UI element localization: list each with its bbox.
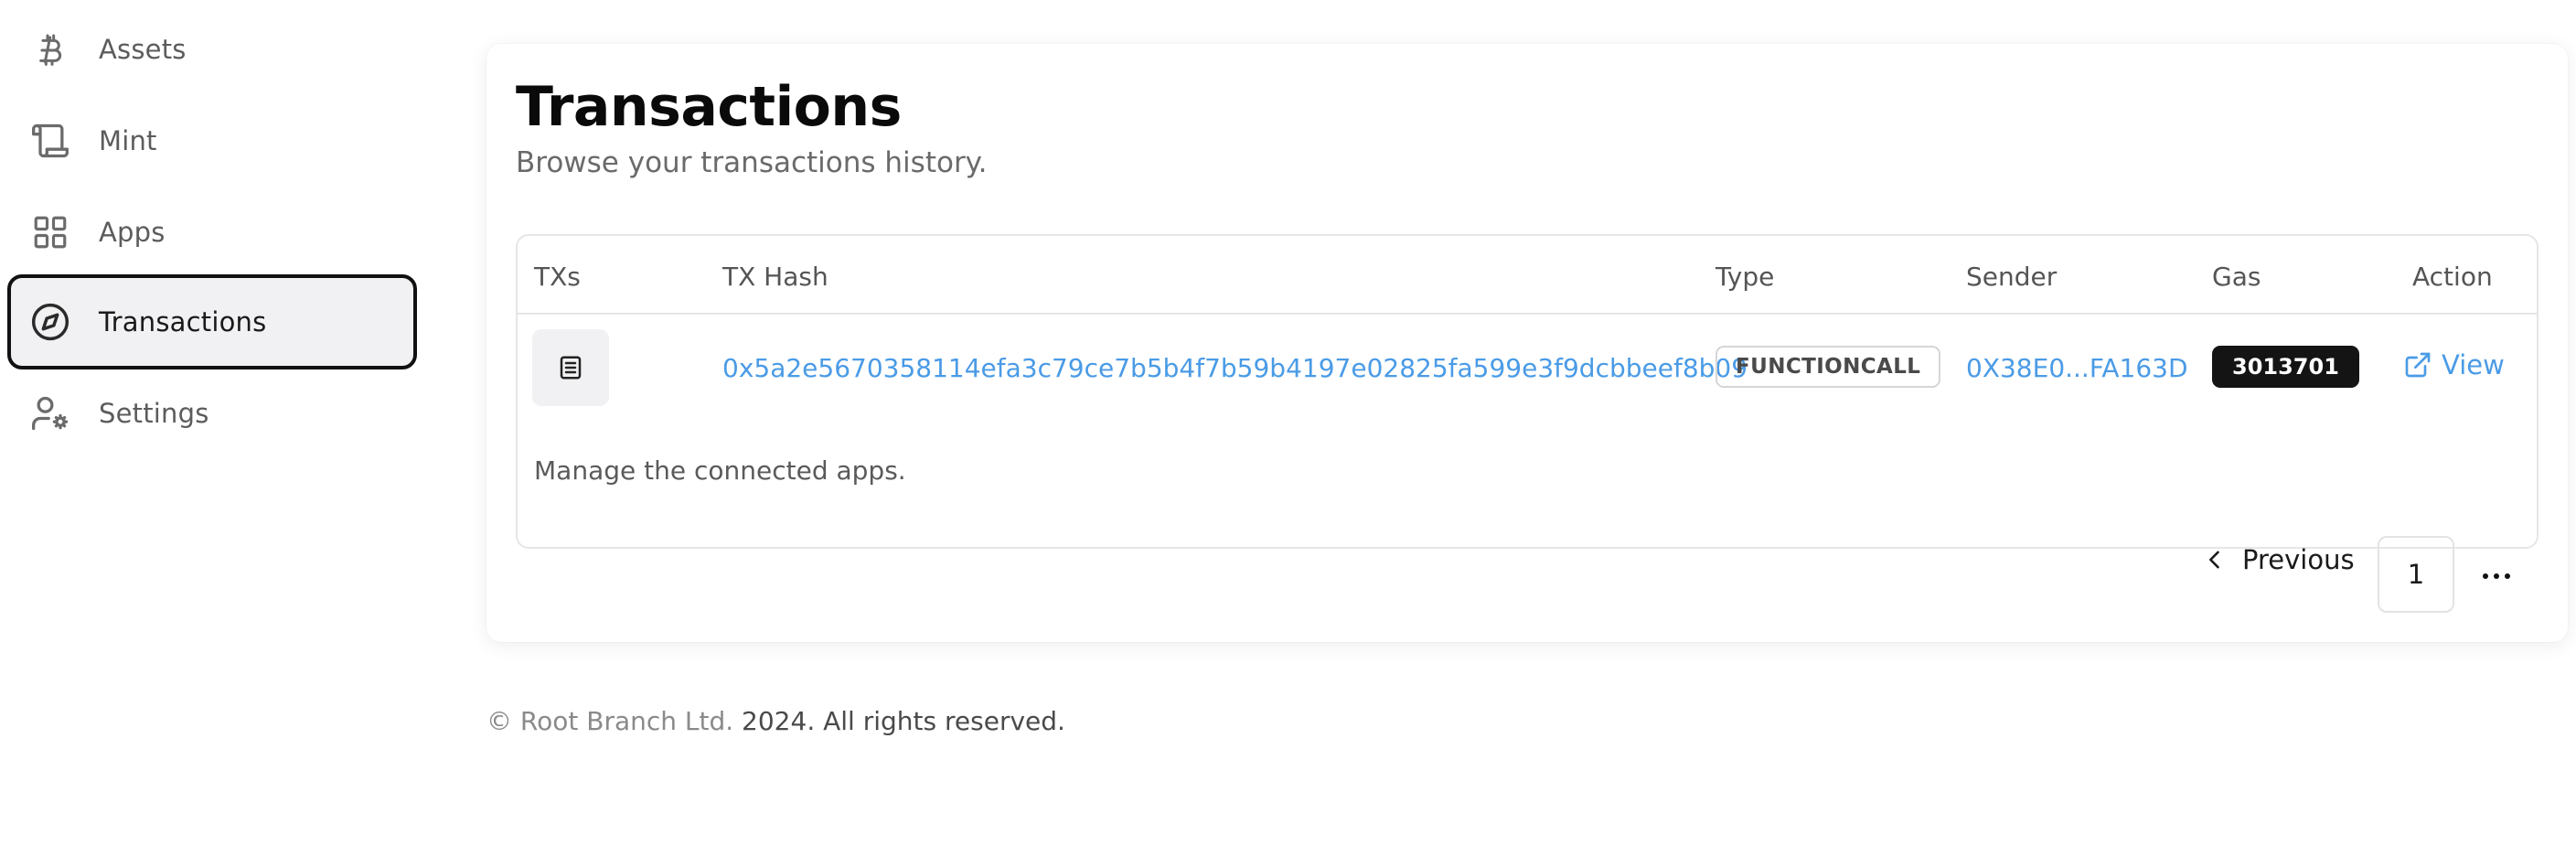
column-header-tx-hash: TX Hash [722, 262, 828, 292]
footer-rights: 2024. All rights reserved. [733, 706, 1065, 736]
page-number-button[interactable]: 1 [2378, 536, 2454, 613]
sidebar: Assets Mint Apps Transactions Settings [0, 0, 430, 867]
sidebar-item-label: Mint [99, 125, 157, 156]
transactions-card: Transactions Browse your transactions hi… [486, 44, 2568, 642]
column-header-type: Type [1716, 262, 1775, 292]
user-cog-icon [29, 392, 71, 434]
more-pages-icon [2478, 558, 2515, 594]
compass-icon [29, 301, 71, 343]
view-button[interactable]: View [2403, 349, 2505, 380]
column-header-action: Action [2412, 262, 2493, 292]
sidebar-item-label: Transactions [99, 306, 267, 337]
sidebar-item-mint[interactable]: Mint [7, 93, 417, 188]
page-subtitle: Browse your transactions history. [516, 146, 988, 179]
column-header-gas: Gas [2212, 262, 2261, 292]
type-badge: FUNCTIONCALL [1716, 346, 1941, 388]
external-link-icon [2403, 350, 2432, 380]
footer: © Root Branch Ltd. 2024. All rights rese… [486, 706, 1065, 736]
tx-hash-link[interactable]: 0x5a2e5670358114efa3c79ce7b5b4f7b59b4197… [722, 353, 1748, 383]
previous-page-button[interactable]: Previous [2202, 538, 2355, 582]
receipt-icon [532, 329, 609, 406]
transactions-table: TXs TX Hash Type Sender Gas Action 0x5a2… [516, 234, 2539, 549]
grid-icon [29, 211, 71, 253]
app-root: Assets Mint Apps Transactions Settings T… [0, 0, 2576, 867]
view-label: View [2442, 349, 2505, 380]
table-caption: Manage the connected apps. [534, 455, 906, 486]
sidebar-item-label: Assets [99, 34, 187, 65]
sidebar-item-transactions[interactable]: Transactions [7, 274, 417, 369]
chevron-left-icon [2202, 547, 2228, 573]
sidebar-item-settings[interactable]: Settings [7, 366, 417, 461]
page-title: Transactions [516, 75, 902, 139]
sidebar-item-assets[interactable]: Assets [7, 2, 417, 97]
column-header-sender: Sender [1966, 262, 2058, 292]
column-header-txs: TXs [534, 262, 581, 292]
sender-link[interactable]: 0X38E0...FA163D [1966, 353, 2188, 383]
previous-label: Previous [2242, 544, 2355, 575]
sidebar-item-apps[interactable]: Apps [7, 185, 417, 280]
gas-badge: 3013701 [2212, 346, 2359, 388]
sidebar-item-label: Apps [99, 217, 166, 248]
sidebar-item-label: Settings [99, 398, 209, 429]
scroll-icon [29, 120, 71, 162]
footer-company: © Root Branch Ltd. [486, 706, 734, 736]
table-header-divider [518, 313, 2537, 315]
bitcoin-icon [29, 28, 71, 70]
